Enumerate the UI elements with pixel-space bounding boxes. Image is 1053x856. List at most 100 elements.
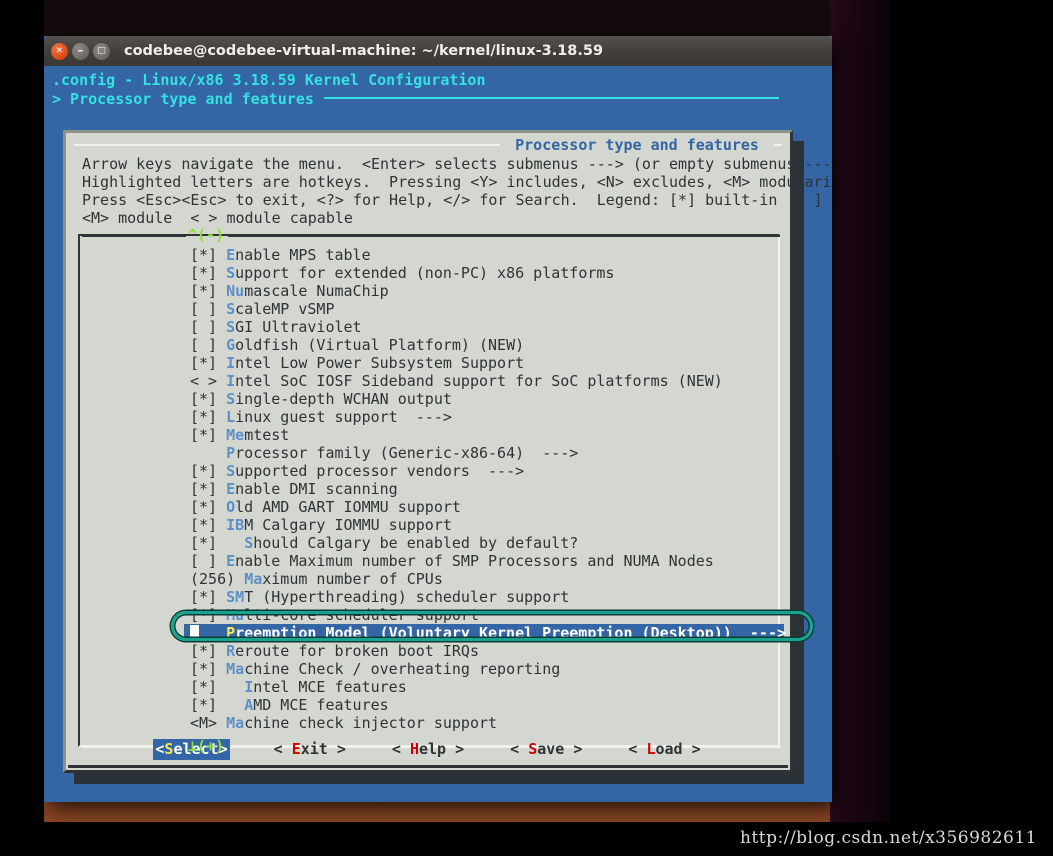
menu-item[interactable]: [*] Multi-core scheduler support	[190, 606, 775, 624]
menu-item[interactable]: [*] Old AMD GART IOMMU support	[190, 498, 775, 516]
menu-item-hotkey: E	[226, 480, 236, 498]
scroll-down-label: ⊥(+)	[188, 736, 225, 755]
menu-item-label: M Calgary IOMMU support	[244, 516, 452, 534]
menu-item-label: nable DMI scanning	[235, 480, 398, 498]
menu-item-hotkey: S	[244, 534, 254, 552]
button-exit[interactable]: < Exit >	[272, 739, 348, 760]
menu-item-mark: [*]	[190, 264, 227, 282]
menu-item-hotkey: Nu	[226, 282, 245, 300]
menu-item[interactable]: [ ] Enable Maximum number of SMP Process…	[190, 552, 775, 570]
menu-item-label: chine check injector support	[244, 714, 498, 732]
window-titlebar[interactable]: ✕ – □ codebee@codebee-virtual-machine: ~…	[44, 36, 832, 66]
menu-item[interactable]: [*] AMD MCE features	[190, 696, 775, 714]
menu-item-hotkey: S	[226, 318, 236, 336]
menu-item-mark: < >	[190, 372, 227, 390]
menu-item-mark: [*]	[190, 588, 227, 606]
button-save[interactable]: < Save >	[508, 739, 584, 760]
menu-item-selected[interactable]: Preemption Model (Voluntary Kernel Preem…	[184, 624, 786, 642]
button-bar: <Select> < Exit > < Help > < Save > < Load >	[66, 739, 790, 760]
menu-item-hotkey: I	[226, 372, 236, 390]
button-label: xit >	[300, 740, 346, 758]
menu-item-hotkey: SM	[226, 588, 245, 606]
menu-item[interactable]: [ ] SGI Ultraviolet	[190, 318, 775, 336]
menu-item[interactable]: [*] IBM Calgary IOMMU support	[190, 516, 775, 534]
menu-item-label: ingle-depth WCHAN output	[235, 390, 452, 408]
menu-item-label: eroute for broken boot IRQs	[235, 642, 479, 660]
breadcrumb-line: > Processor type and features	[52, 90, 832, 109]
button-hotkey: S	[528, 740, 538, 758]
maximize-icon[interactable]: □	[93, 42, 110, 60]
menu-item-label: caleMP vSMP	[235, 300, 335, 318]
menu-item[interactable]: [*] Intel MCE features	[190, 678, 775, 696]
menu-item-label: inux guest support --->	[235, 408, 452, 426]
menu-item-hotkey: Ma	[226, 660, 245, 678]
dialog-title: Processor type and features	[506, 135, 768, 154]
menu-item-mark: [*]	[190, 696, 245, 714]
menu-item[interactable]: [*] Single-depth WCHAN output	[190, 390, 775, 408]
menu-item[interactable]: (256) Maximum number of CPUs	[190, 570, 775, 588]
menu-item-hotkey: L	[226, 408, 236, 426]
scroll-up-indicator[interactable]: ^(-)	[80, 225, 782, 244]
menu-item-label: ntel MCE features	[253, 678, 407, 696]
menu-item-mark: [ ]	[190, 300, 227, 318]
help-line: Press <Esc><Esc> to exit, <?> for Help, …	[82, 191, 832, 209]
scroll-up-label: ^(-)	[188, 225, 225, 244]
scroll-up-rule-left	[82, 235, 186, 237]
menu-item-mark	[190, 444, 226, 462]
menu-item[interactable]: <M> Machine check injector support	[190, 714, 775, 732]
menu-item-mark: [*]	[190, 516, 227, 534]
menu-item-hotkey: Ma	[244, 570, 263, 588]
button-prefix: <	[510, 740, 529, 758]
menu-item[interactable]: Processor family (Generic-x86-64) --->	[190, 444, 775, 462]
window-drop-shadow	[830, 0, 890, 822]
menu-item-mark: [*]	[190, 660, 227, 678]
config-title-line: .config - Linux/x86 3.18.59 Kernel Confi…	[52, 71, 486, 89]
menu-item[interactable]: [*] Enable MPS table	[190, 246, 775, 264]
menu-item-label: ximum number of CPUs	[262, 570, 443, 588]
menu-item[interactable]: [*] Supported processor vendors --->	[190, 462, 775, 480]
menu-list[interactable]: [*] Enable MPS table [*] Support for exte…	[184, 246, 786, 732]
menu-item-mark: [*]	[190, 354, 227, 372]
menu-item[interactable]: [*] SMT (Hyperthreading) scheduler suppo…	[190, 588, 775, 606]
menu-item[interactable]: [*] Linux guest support --->	[190, 408, 775, 426]
menu-item[interactable]: [*] Numascale NumaChip	[190, 282, 775, 300]
menu-item[interactable]: [*] Should Calgary be enabled by default…	[190, 534, 775, 552]
help-line: Highlighted letters are hotkeys. Pressin…	[82, 173, 832, 191]
help-line: <M> module < > module capable	[82, 209, 353, 227]
menu-item-hotkey: S	[226, 390, 236, 408]
menu-list-frame: ^(-) [*] Enable MPS table [*] Support for…	[78, 226, 786, 755]
button-help[interactable]: < Help >	[390, 739, 466, 760]
menu-item[interactable]: [*] Enable DMI scanning	[190, 480, 775, 498]
menu-item[interactable]: [ ] Goldfish (Virtual Platform) (NEW)	[190, 336, 775, 354]
menu-item-hotkey: S	[226, 264, 236, 282]
cursor-block	[190, 625, 199, 641]
menu-item-mark: [*]	[190, 462, 227, 480]
button-hotkey: E	[291, 740, 301, 758]
menu-item-label: ld AMD GART IOMMU support	[235, 498, 461, 516]
menu-item-mark	[199, 624, 226, 642]
scroll-up-rule-right	[228, 235, 780, 237]
close-icon[interactable]: ✕	[51, 42, 68, 60]
menu-item[interactable]: [*] Memtest	[190, 426, 775, 444]
menu-item-mark: [*]	[190, 426, 227, 444]
menuconfig-dialog: Processor type and features Arrow keys n…	[63, 130, 832, 773]
menu-item-mark: [*]	[190, 678, 245, 696]
button-load[interactable]: < Load >	[626, 739, 702, 760]
menu-item[interactable]: < > Intel SoC IOSF Sideband support for …	[190, 372, 775, 390]
menu-item-label: oldfish (Virtual Platform) (NEW)	[235, 336, 525, 354]
button-label: oad >	[655, 740, 701, 758]
menu-item-mark: [*]	[190, 282, 227, 300]
menu-item-hotkey: I	[244, 678, 254, 696]
minimize-icon[interactable]: –	[72, 42, 89, 60]
menu-item[interactable]: [*] Intel Low Power Subsystem Support	[190, 354, 775, 372]
dialog-title-row: Processor type and features	[66, 135, 790, 155]
menu-item[interactable]: [ ] ScaleMP vSMP	[190, 300, 775, 318]
menu-item[interactable]: [*] Reroute for broken boot IRQs	[190, 642, 775, 660]
menu-item-hotkey: I	[226, 354, 236, 372]
menu-item-label: MD MCE features	[253, 696, 389, 714]
menu-item-hotkey: E	[226, 246, 236, 264]
menu-item-label: ntel Low Power Subsystem Support	[235, 354, 525, 372]
menu-item[interactable]: [*] Machine Check / overheating reportin…	[190, 660, 775, 678]
menu-item[interactable]: [*] Support for extended (non-PC) x86 pl…	[190, 264, 775, 282]
menu-item-mark: [*]	[190, 642, 227, 660]
